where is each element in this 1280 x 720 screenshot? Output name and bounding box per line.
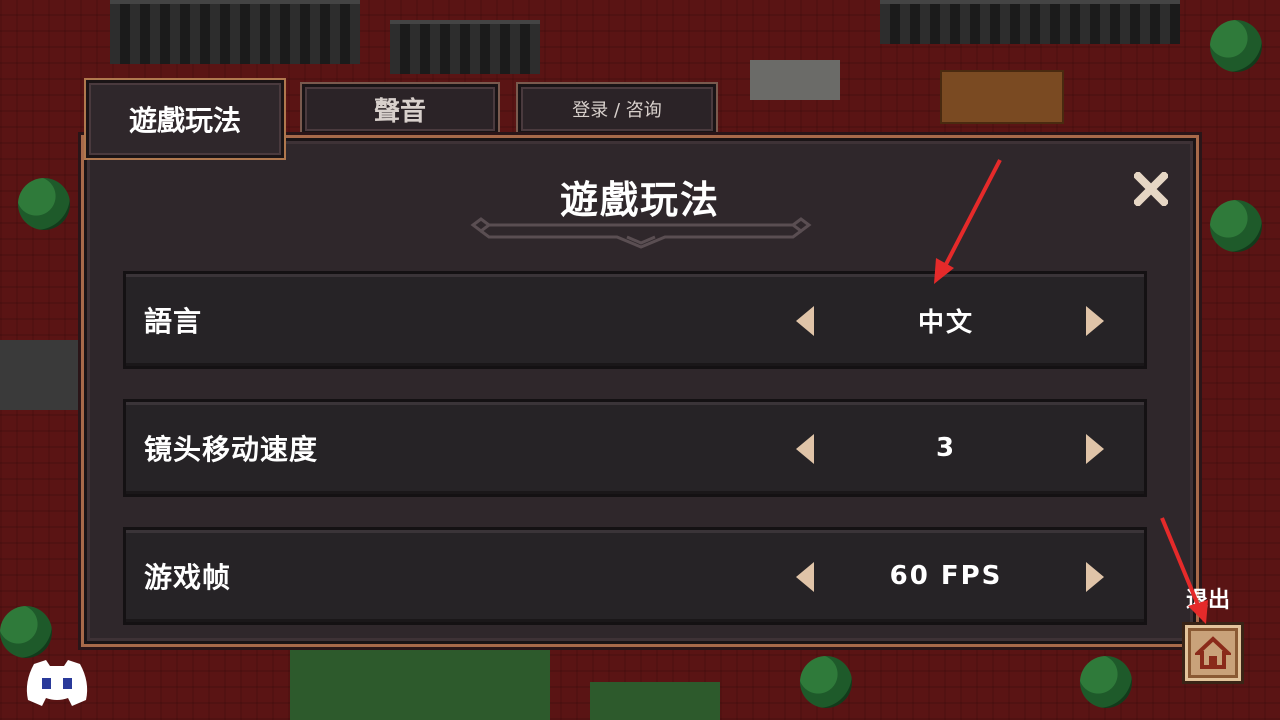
home-icon bbox=[1195, 636, 1231, 669]
tab-audio-label: 聲音 bbox=[373, 96, 426, 127]
setting-row-camera-speed: 镜头移动速度 3 bbox=[123, 399, 1147, 497]
tree bbox=[18, 178, 70, 230]
arrow-left-icon bbox=[796, 434, 814, 464]
tab-audio[interactable]: 聲音 bbox=[302, 84, 498, 134]
stone-floor bbox=[0, 340, 80, 410]
tent bbox=[390, 20, 540, 74]
setting-value-camera-speed: 3 bbox=[935, 433, 957, 463]
close-button[interactable] bbox=[1131, 169, 1171, 209]
frame-rate-next-button[interactable] bbox=[1082, 560, 1108, 594]
arrow-left-icon bbox=[796, 562, 814, 592]
crate-stack bbox=[940, 70, 1064, 124]
tree bbox=[1210, 200, 1262, 252]
setting-row-language: 語言 中文 bbox=[123, 271, 1147, 369]
title-ornament bbox=[470, 217, 812, 249]
tent bbox=[110, 0, 360, 64]
tent bbox=[880, 0, 1180, 44]
frame-rate-prev-button[interactable] bbox=[792, 560, 818, 594]
setting-row-frame-rate: 游戏帧 60 FPS bbox=[123, 527, 1147, 625]
arrow-right-icon bbox=[1086, 306, 1104, 336]
language-next-button[interactable] bbox=[1082, 304, 1108, 338]
tab-gameplay[interactable]: 遊戲玩法 bbox=[86, 80, 284, 158]
setting-value-frame-rate: 60 FPS bbox=[889, 561, 1003, 591]
tree bbox=[800, 656, 852, 708]
setting-label-frame-rate: 游戏帧 bbox=[144, 561, 232, 594]
discord-button[interactable] bbox=[24, 656, 90, 708]
stone-path bbox=[750, 60, 840, 100]
language-prev-button[interactable] bbox=[792, 304, 818, 338]
tab-login-label: 登录 / 咨询 bbox=[572, 100, 662, 121]
tab-login-consult[interactable]: 登录 / 咨询 bbox=[518, 84, 716, 134]
tree bbox=[1210, 20, 1262, 72]
grass-patch bbox=[590, 682, 720, 720]
discord-icon bbox=[26, 660, 88, 706]
tab-gameplay-label: 遊戲玩法 bbox=[128, 104, 241, 137]
setting-label-language: 語言 bbox=[144, 305, 203, 338]
grass-patch bbox=[290, 650, 550, 720]
setting-label-camera-speed: 镜头移动速度 bbox=[144, 433, 319, 466]
settings-panel: 遊戲玩法 語言 中文 镜头移动速度 3 游戏帧 60 FPS bbox=[84, 138, 1196, 644]
exit-button[interactable] bbox=[1182, 622, 1244, 684]
tree bbox=[1080, 656, 1132, 708]
arrow-right-icon bbox=[1086, 562, 1104, 592]
arrow-left-icon bbox=[796, 306, 814, 336]
arrow-right-icon bbox=[1086, 434, 1104, 464]
setting-value-language: 中文 bbox=[917, 307, 974, 338]
exit-label: 退出 bbox=[1186, 588, 1231, 613]
camera-speed-prev-button[interactable] bbox=[792, 432, 818, 466]
camera-speed-next-button[interactable] bbox=[1082, 432, 1108, 466]
close-icon bbox=[1134, 172, 1168, 206]
tree bbox=[0, 606, 52, 658]
